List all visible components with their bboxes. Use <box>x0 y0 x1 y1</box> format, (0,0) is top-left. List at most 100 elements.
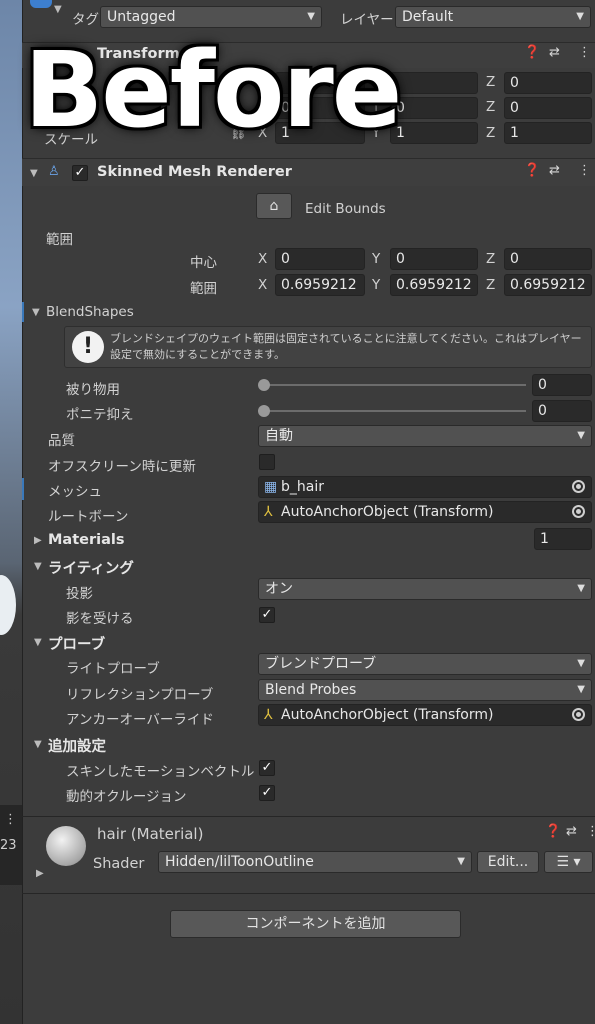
extent-y-field[interactable]: 0.6959212 <box>390 274 478 296</box>
more-icon[interactable]: ⋮ <box>578 45 591 60</box>
extent-x-field[interactable]: 0.6959212 <box>275 274 365 296</box>
center-x-label: X <box>258 251 268 267</box>
rotation-y-field[interactable]: 0 <box>390 97 478 119</box>
materials-count-field[interactable]: 1 <box>534 528 592 550</box>
gameobject-icon <box>30 0 52 8</box>
shader-options-button[interactable]: ☰ ▾ <box>544 851 593 873</box>
material-expand-icon[interactable]: ▶ <box>36 868 44 879</box>
transform-icon: ⅄ <box>264 707 273 723</box>
warning-text: ブレンドシェイプのウェイト範囲は固定されていることに注意してください。これはプレ… <box>110 332 582 361</box>
add-component-button[interactable]: コンポーネントを追加 <box>170 910 461 938</box>
receive-shadows-checkbox[interactable]: ✓ <box>259 607 275 623</box>
tag-label: タグ <box>72 12 99 28</box>
shape-slider-knob[interactable] <box>258 379 270 391</box>
center-y-label: Y <box>372 251 381 267</box>
position-z-field[interactable]: 0 <box>504 72 592 94</box>
anchor-override-value: AutoAnchorObject (Transform) <box>281 707 494 723</box>
skinned-motion-checkbox[interactable]: ✓ <box>259 760 275 776</box>
extent-z-field[interactable]: 0.6959212 <box>504 274 592 296</box>
smr-expand-icon[interactable]: ▼ <box>30 168 38 179</box>
dynamic-occlusion-label: 動的オクルージョン <box>66 789 187 805</box>
layer-dropdown[interactable]: Default <box>395 6 591 28</box>
more-icon[interactable]: ⋮ <box>586 824 595 839</box>
shape-slider-track <box>264 410 526 412</box>
cast-shadows-label: 投影 <box>66 586 93 602</box>
footer-divider <box>22 893 595 894</box>
cast-shadows-dropdown[interactable]: オン <box>258 578 592 600</box>
mesh-field[interactable]: ▦ b_hair <box>258 476 592 498</box>
anchor-override-field[interactable]: ⅄ AutoAnchorObject (Transform) <box>258 704 592 726</box>
object-picker-icon[interactable] <box>572 708 585 721</box>
extent-x-label: X <box>258 277 268 293</box>
dynamic-occlusion-checkbox[interactable]: ✓ <box>259 785 275 801</box>
materials-label: Materials <box>48 532 125 548</box>
additional-expand-icon[interactable]: ▼ <box>34 739 42 750</box>
edit-bounds-button[interactable]: ⌂ <box>256 193 292 219</box>
help-icon[interactable]: ❓ <box>524 163 540 178</box>
mesh-label: メッシュ <box>48 484 102 500</box>
center-y-field[interactable]: 0 <box>390 248 478 270</box>
extent-y-label: Y <box>372 277 381 293</box>
more-icon[interactable]: ⋮ <box>4 812 17 827</box>
center-z-field[interactable]: 0 <box>504 248 592 270</box>
probes-expand-icon[interactable]: ▼ <box>34 637 42 648</box>
shape-slider-track <box>264 384 526 386</box>
shape-label: ポニテ抑え <box>66 407 134 423</box>
center-z-label: Z <box>486 251 496 267</box>
material-title: hair (Material) <box>97 825 204 843</box>
additional-settings-label: 追加設定 <box>48 739 106 755</box>
edit-bounds-label: Edit Bounds <box>305 201 386 217</box>
scene-view-edge: ⋮ 23 <box>0 0 22 1024</box>
smr-enabled-checkbox[interactable]: ✓ <box>72 165 88 181</box>
help-icon[interactable]: ❓ <box>545 824 561 839</box>
probes-label: プローブ <box>48 637 106 653</box>
shader-dropdown[interactable]: Hidden/lilToonOutline <box>158 851 472 873</box>
scale-y-field[interactable]: 1 <box>390 122 478 144</box>
rotation-z-label: Z <box>486 99 496 115</box>
rotation-z-field[interactable]: 0 <box>504 97 592 119</box>
preset-icon[interactable]: ⇄ <box>549 45 560 60</box>
blendshapes-accent <box>22 302 24 322</box>
shape-slider-knob[interactable] <box>258 405 270 417</box>
offscreen-checkbox[interactable] <box>259 454 275 470</box>
help-icon[interactable]: ❓ <box>524 45 540 60</box>
shape-label: 被り物用 <box>66 382 120 398</box>
materials-expand-icon[interactable]: ▶ <box>34 535 42 546</box>
blendshapes-expand-icon[interactable]: ▼ <box>32 307 40 318</box>
quality-dropdown[interactable]: 自動 <box>258 425 592 447</box>
receive-shadows-label: 影を受ける <box>66 611 134 627</box>
position-y-field[interactable] <box>390 72 478 94</box>
skinned-motion-label: スキンしたモーションベクトル <box>66 764 255 780</box>
reflection-probes-dropdown[interactable]: Blend Probes <box>258 679 592 701</box>
material-divider <box>22 816 595 817</box>
scene-number: 23 <box>0 838 17 853</box>
preset-icon[interactable]: ⇄ <box>566 824 577 839</box>
object-picker-icon[interactable] <box>572 505 585 518</box>
shader-edit-button[interactable]: Edit... <box>477 851 539 873</box>
gameobject-dropdown-icon[interactable]: ▼ <box>54 4 62 15</box>
shape-value-field[interactable]: 0 <box>532 374 592 396</box>
offscreen-label: オフスクリーン時に更新 <box>48 459 196 475</box>
rootbone-value: AutoAnchorObject (Transform) <box>281 504 494 520</box>
layer-label: レイヤー <box>340 12 394 28</box>
light-probes-label: ライトプローブ <box>66 661 160 677</box>
lighting-expand-icon[interactable]: ▼ <box>34 561 42 572</box>
scene-object <box>0 575 16 635</box>
center-x-field[interactable]: 0 <box>275 248 365 270</box>
scale-z-field[interactable]: 1 <box>504 122 592 144</box>
more-icon[interactable]: ⋮ <box>578 163 591 178</box>
light-probes-dropdown[interactable]: ブレンドプローブ <box>258 653 592 675</box>
position-z-label: Z <box>486 74 496 90</box>
material-preview-icon <box>46 826 86 866</box>
shape-value-field[interactable]: 0 <box>532 400 592 422</box>
anchor-override-label: アンカーオーバーライド <box>66 712 214 728</box>
preset-icon[interactable]: ⇄ <box>549 163 560 178</box>
before-overlay-text: Before <box>24 29 402 151</box>
rootbone-field[interactable]: ⅄ AutoAnchorObject (Transform) <box>258 501 592 523</box>
skinned-mesh-icon: ♙ <box>48 164 60 179</box>
object-picker-icon[interactable] <box>572 480 585 493</box>
reflection-probes-label: リフレクションプローブ <box>66 687 214 703</box>
tag-dropdown[interactable]: Untagged <box>100 6 322 28</box>
lighting-label: ライティング <box>48 561 134 577</box>
scale-z-label: Z <box>486 125 496 141</box>
